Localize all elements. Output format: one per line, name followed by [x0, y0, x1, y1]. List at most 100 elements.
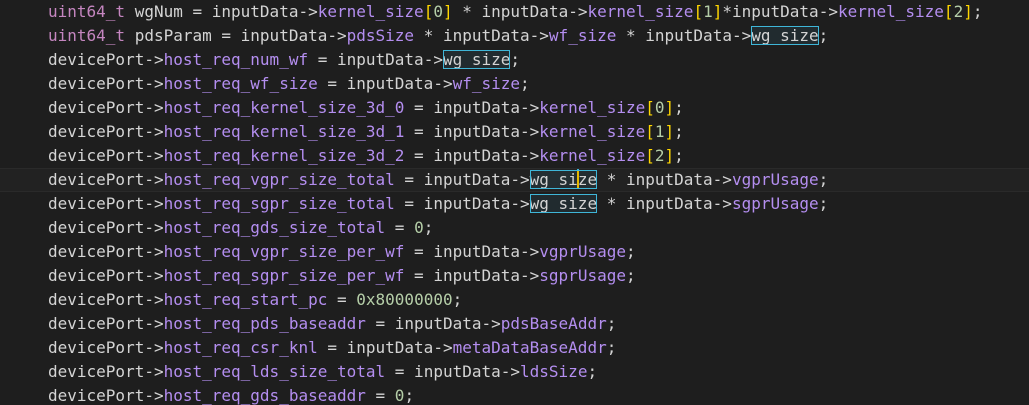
code-token: ; [818, 194, 829, 213]
code-token: ; [625, 266, 636, 285]
code-token: host_req_vgpr_size_total [163, 170, 395, 189]
code-token: 1 [654, 122, 665, 141]
code-line[interactable]: devicePort->host_req_gds_baseaddr = 0; [0, 384, 1029, 405]
code-token: = inputData-> [404, 122, 540, 141]
code-token: devicePort-> [48, 194, 164, 213]
code-token: * inputData-> [452, 2, 588, 21]
code-token: host_req_gds_size_total [163, 218, 386, 237]
code-token: devicePort-> [48, 338, 164, 357]
code-token: host_req_sgpr_size_total [163, 194, 395, 213]
code-token: devicePort-> [48, 98, 164, 117]
code-token: [ [645, 146, 655, 165]
code-token: * inputData-> [616, 26, 752, 45]
code-line[interactable]: uint64_t wgNum = inputData->kernel_size[… [0, 0, 1029, 24]
code-line[interactable]: devicePort->host_req_kernel_size_3d_0 = … [0, 96, 1029, 120]
code-token: devicePort-> [48, 50, 164, 69]
code-token: 0x80000000 [356, 290, 453, 309]
code-token: ; [520, 74, 530, 93]
code-line[interactable]: devicePort->host_req_gds_size_total = 0; [0, 216, 1029, 240]
code-token: = inputData-> [404, 242, 540, 261]
code-token: ; [818, 170, 829, 189]
code-token: host_req_gds_baseaddr [163, 386, 366, 405]
code-token: devicePort-> [48, 290, 164, 309]
code-token: devicePort-> [48, 74, 164, 93]
code-token: host_req_num_wf [163, 50, 309, 69]
code-token: wf_size [452, 74, 521, 93]
code-line[interactable]: devicePort->host_req_pds_baseaddr = inpu… [0, 312, 1029, 336]
code-token: ; [674, 146, 684, 165]
code-line[interactable]: devicePort->host_req_lds_size_total = in… [0, 360, 1029, 384]
code-token: host_req_sgpr_size_per_wf [163, 266, 405, 285]
highlighted-token: wg_size [751, 26, 819, 45]
code-token: devicePort-> [48, 386, 164, 405]
code-token: ; [818, 26, 829, 45]
code-token: ] [664, 146, 675, 165]
code-token: = inputData-> [365, 314, 501, 333]
code-token: kernel_size [539, 98, 646, 117]
code-token: ; [510, 50, 521, 69]
code-token: = [365, 386, 395, 405]
code-token: kernel_size [837, 2, 944, 21]
code-token: 0 [394, 386, 405, 405]
code-token: ] [712, 2, 723, 21]
code-token: = [385, 218, 415, 237]
code-token: ; [606, 314, 617, 333]
code-token: pdsSize [346, 26, 415, 45]
highlighted-token: wg_size [529, 169, 598, 189]
code-token: ; [452, 290, 463, 309]
code-line[interactable]: devicePort->host_req_sgpr_size_per_wf = … [0, 264, 1029, 288]
code-token: devicePort-> [48, 242, 164, 261]
code-line[interactable]: devicePort->host_req_wf_size = inputData… [0, 72, 1029, 96]
code-token: [ [423, 2, 434, 21]
code-token: devicePort-> [48, 314, 164, 333]
code-token: = inputData-> [317, 338, 453, 357]
code-token: = inputData-> [385, 362, 521, 381]
code-token: = inputData-> [404, 146, 540, 165]
code-token: host_req_kernel_size_3d_1 [163, 122, 405, 141]
token-part: wg_si [529, 170, 578, 189]
code-line[interactable]: devicePort->host_req_csr_knl = inputData… [0, 336, 1029, 360]
code-line[interactable]: devicePort->host_req_kernel_size_3d_1 = … [0, 120, 1029, 144]
code-token: host_req_csr_knl [163, 338, 318, 357]
code-token: = inputData-> [404, 266, 540, 285]
code-token: devicePort-> [48, 266, 164, 285]
code-token: wgNum = inputData-> [125, 2, 318, 21]
code-token: pdsParam = inputData-> [125, 26, 347, 45]
code-token: wf_size [548, 26, 617, 45]
code-token: host_req_vgpr_size_per_wf [163, 242, 405, 261]
code-token: uint64_t [48, 2, 126, 21]
code-token: ] [664, 98, 675, 117]
code-token: host_req_kernel_size_3d_0 [163, 98, 405, 117]
code-token: host_req_wf_size [163, 74, 318, 93]
highlighted-token: wg_size [442, 50, 511, 69]
code-token: ; [423, 218, 434, 237]
code-token: *inputData-> [722, 2, 838, 21]
code-token: ] [442, 2, 453, 21]
code-token: 1 [703, 2, 713, 21]
code-token: kernel_size [539, 146, 646, 165]
code-area[interactable]: uint64_t wgNum = inputData->kernel_size[… [0, 0, 1029, 405]
code-token: uint64_t [48, 26, 126, 45]
code-token: ; [625, 242, 636, 261]
code-token: = inputData-> [404, 98, 540, 117]
code-token: devicePort-> [48, 218, 164, 237]
code-token: * inputData-> [597, 170, 732, 189]
code-token: ; [606, 338, 617, 357]
code-token: kernel_size [587, 2, 694, 21]
code-token: vgprUsage [539, 242, 626, 261]
code-token: sgprUsage [731, 194, 819, 213]
code-token: [ [645, 122, 655, 141]
code-line[interactable]: devicePort->host_req_num_wf = inputData-… [0, 48, 1029, 72]
code-line[interactable]: devicePort->host_req_start_pc = 0x800000… [0, 288, 1029, 312]
code-line[interactable]: devicePort->host_req_vgpr_size_per_wf = … [0, 240, 1029, 264]
code-token: pdsBaseAddr [500, 314, 607, 333]
code-token: [ [645, 98, 655, 117]
code-token: ldsSize [520, 362, 588, 381]
code-token: host_req_kernel_size_3d_2 [163, 146, 405, 165]
code-token: kernel_size [317, 2, 424, 21]
code-editor[interactable]: uint64_t wgNum = inputData->kernel_size[… [0, 0, 1029, 405]
code-line[interactable]: uint64_t pdsParam = inputData->pdsSize *… [0, 24, 1029, 48]
code-line[interactable]: devicePort->host_req_kernel_size_3d_2 = … [0, 144, 1029, 168]
code-line[interactable]: devicePort->host_req_sgpr_size_total = i… [0, 192, 1029, 216]
code-line[interactable]: devicePort->host_req_vgpr_size_total = i… [0, 168, 1029, 192]
